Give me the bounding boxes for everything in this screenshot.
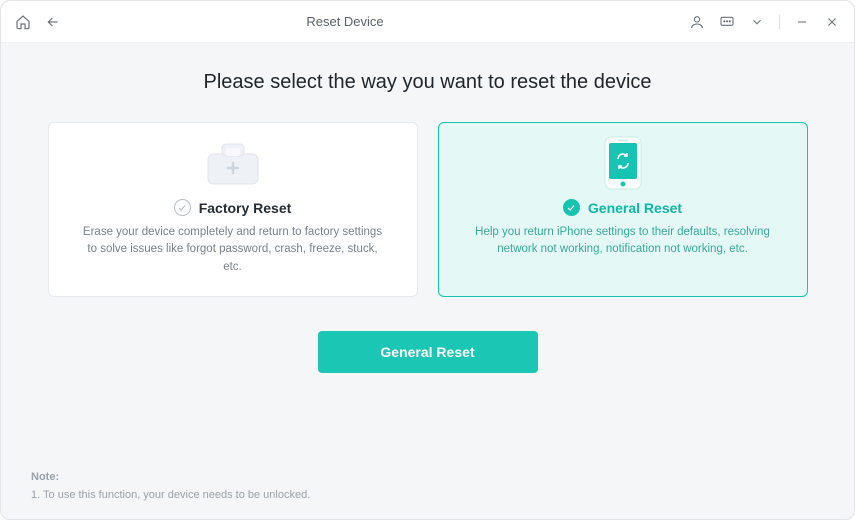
phone-refresh-icon — [603, 135, 643, 191]
note-line: 1. To use this function, your device nee… — [31, 489, 824, 501]
note-label: Note: — [31, 471, 824, 483]
card-general-reset[interactable]: General Reset Help you return iPhone set… — [438, 122, 808, 297]
card-factory-reset[interactable]: Factory Reset Erase your device complete… — [48, 122, 418, 297]
check-icon — [174, 199, 191, 216]
card-title: Factory Reset — [199, 200, 292, 216]
toolbox-icon — [202, 135, 264, 191]
note-block: Note: 1. To use this function, your devi… — [31, 453, 824, 501]
close-icon[interactable] — [824, 14, 840, 30]
card-description: Erase your device completely and return … — [79, 224, 387, 276]
window-title: Reset Device — [111, 14, 579, 29]
feedback-icon[interactable] — [719, 14, 735, 30]
page-heading: Please select the way you want to reset … — [31, 71, 824, 94]
chevron-down-icon[interactable] — [749, 14, 765, 30]
check-icon — [563, 199, 580, 216]
app-window: Reset Device Please select the way you w… — [0, 0, 855, 520]
option-cards: Factory Reset Erase your device complete… — [31, 122, 824, 297]
content-area: Please select the way you want to reset … — [1, 43, 854, 519]
card-description: Help you return iPhone settings to their… — [469, 224, 777, 259]
card-title: General Reset — [588, 200, 682, 216]
titlebar: Reset Device — [1, 1, 854, 43]
primary-action-button[interactable]: General Reset — [318, 331, 538, 373]
user-icon[interactable] — [689, 14, 705, 30]
minimize-icon[interactable] — [794, 14, 810, 30]
home-icon[interactable] — [15, 14, 31, 30]
separator — [779, 15, 780, 29]
back-icon[interactable] — [45, 14, 61, 30]
